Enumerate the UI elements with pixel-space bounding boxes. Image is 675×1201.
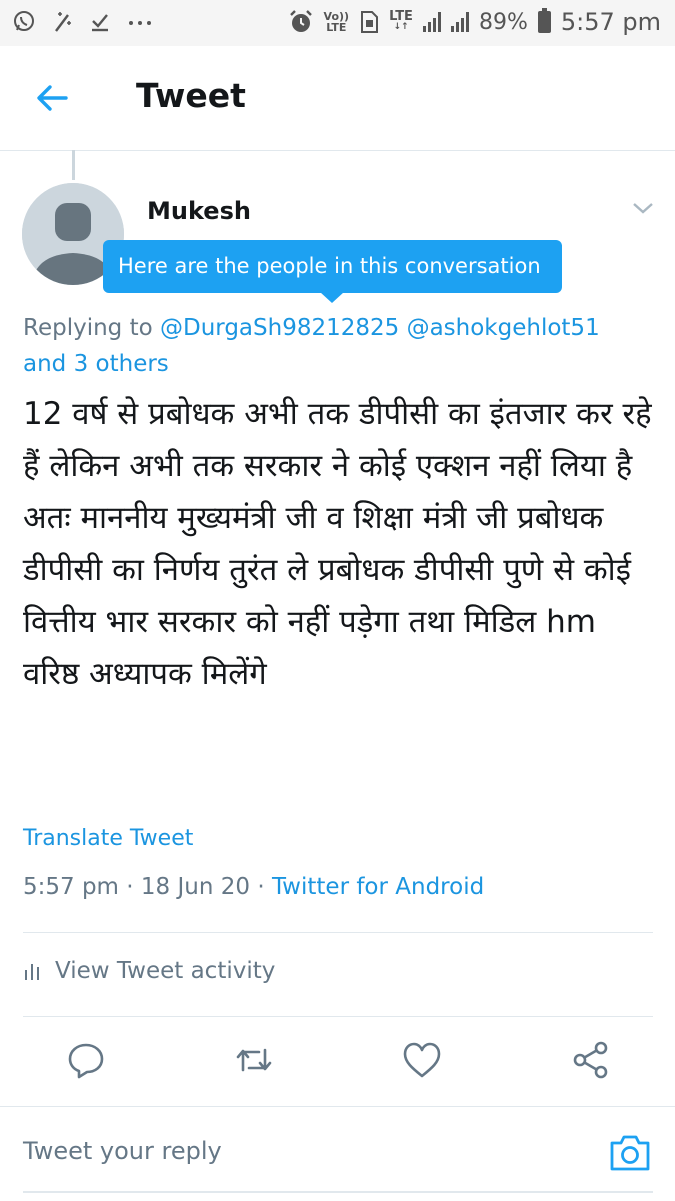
view-tweet-activity[interactable]: View Tweet activity — [23, 958, 275, 984]
reply-icon[interactable] — [66, 1040, 106, 1080]
reply-bar: Tweet your reply — [0, 1106, 675, 1201]
status-right-icons: Vo)) LTE LTE ↓↑ 89% 5:57 pm — [288, 8, 661, 36]
chevron-down-icon[interactable] — [630, 198, 656, 218]
divider — [23, 1016, 653, 1017]
reply-underline — [23, 1191, 653, 1193]
thread-connector — [72, 150, 75, 180]
battery-percent: 89% — [478, 9, 528, 35]
like-heart-icon[interactable] — [402, 1040, 442, 1080]
reply-input[interactable]: Tweet your reply — [23, 1137, 222, 1165]
divider — [23, 932, 653, 933]
alarm-icon — [289, 10, 312, 32]
sim-icon — [361, 11, 379, 33]
author-name[interactable]: Mukesh — [147, 197, 251, 225]
tweet-date: 18 Jun 20 — [140, 874, 250, 900]
lte-indicator: LTE ↓↑ — [389, 9, 413, 32]
bar-chart-icon — [25, 964, 39, 980]
back-arrow-icon[interactable] — [32, 78, 72, 118]
more-notifications-icon — [129, 21, 151, 25]
conversation-tooltip[interactable]: Here are the people in this conversation — [103, 240, 562, 293]
replying-prefix: Replying to — [23, 315, 153, 341]
meta-separator: · — [126, 874, 134, 900]
download-done-icon — [92, 14, 108, 32]
tweet-meta: 5:57 pm · 18 Jun 20 · Twitter for Androi… — [23, 874, 484, 900]
status-time: 5:57 pm — [560, 8, 661, 36]
activity-label: View Tweet activity — [55, 958, 276, 984]
tweet-actions — [0, 1040, 675, 1084]
mention-link[interactable]: @DurgaSh98212825 — [160, 315, 399, 341]
replying-to: Replying to @DurgaSh98212825 @ashokgehlo… — [23, 310, 658, 382]
share-icon[interactable] — [571, 1040, 611, 1080]
tweet-source-link[interactable]: Twitter for Android — [272, 874, 484, 900]
signal-strength-icon-1 — [422, 12, 441, 32]
battery-icon — [537, 8, 551, 33]
magic-wand-icon — [55, 12, 71, 32]
status-left-icons — [12, 9, 154, 33]
whatsapp-icon — [14, 11, 34, 31]
mention-link[interactable]: @ashokgehlot51 — [407, 315, 600, 341]
status-bar: Vo)) LTE LTE ↓↑ 89% 5:57 pm — [0, 0, 675, 46]
volte-icon: Vo)) LTE — [323, 10, 350, 34]
signal-strength-icon-2 — [450, 12, 469, 32]
tweet-time: 5:57 pm — [23, 874, 119, 900]
meta-separator: · — [257, 874, 265, 900]
camera-icon[interactable] — [609, 1134, 651, 1172]
page-title: Tweet — [136, 76, 246, 115]
header: Tweet — [0, 46, 675, 151]
others-link[interactable]: and 3 others — [23, 351, 169, 377]
translate-tweet-link[interactable]: Translate Tweet — [23, 826, 193, 851]
tooltip-arrow — [320, 292, 344, 303]
retweet-icon[interactable] — [234, 1040, 274, 1080]
tweet-text: 12 वर्ष से प्रबोधक अभी तक डीपीसी का इंतज… — [23, 396, 652, 692]
